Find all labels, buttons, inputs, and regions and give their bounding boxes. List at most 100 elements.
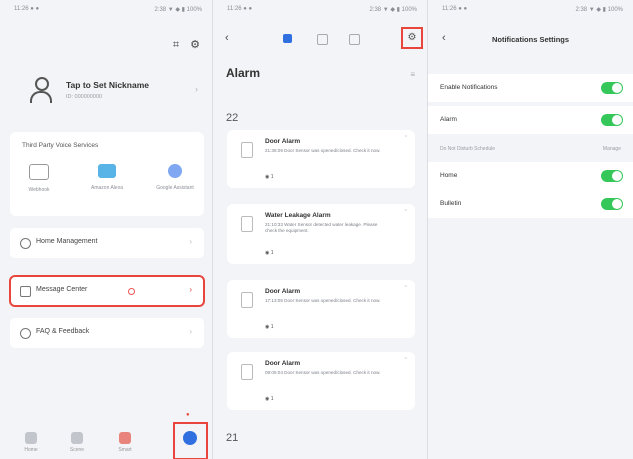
bulletin-toggle[interactable]	[601, 198, 623, 210]
help-icon	[20, 328, 31, 339]
setting-label: Home	[440, 172, 458, 179]
menu-label: FAQ & Feedback	[36, 328, 90, 335]
alarm-card[interactable]: Door Alarm 17:13:05 Door Sensor was open…	[227, 280, 415, 338]
door-sensor-icon	[241, 292, 253, 308]
setting-label: Enable Notifications	[440, 84, 498, 91]
setting-enable-notifications: Enable Notifications	[428, 74, 633, 102]
more-icon[interactable]: ˇ	[405, 136, 407, 143]
header-icons: ⌗ ⚙	[165, 38, 200, 52]
profile-name: Tap to Set Nickname	[66, 80, 149, 90]
me-page-panel: 11:26 ● ● 2:38 ▼ ◆ ▮ 100% ⌗ ⚙ Tap to Set…	[0, 0, 213, 459]
page-title: Notifications Settings	[491, 35, 570, 44]
scan-icon[interactable]: ⌗	[173, 39, 179, 51]
section-action[interactable]: Manage	[603, 146, 621, 152]
day-label: 22	[226, 112, 239, 124]
setting-label: Alarm	[440, 116, 457, 123]
setting-alarm: Alarm	[428, 106, 633, 134]
alarm-desc: 21:10:33 Water Sensor detected water lea…	[265, 222, 378, 233]
profile-id: ID: 000000000	[66, 94, 103, 100]
menu-faq-feedback[interactable]: FAQ & Feedback ›	[10, 318, 204, 348]
service-alexa[interactable]: Amazon Alexa	[82, 164, 132, 192]
alarm-title: Door Alarm	[265, 360, 301, 367]
status-left: 11:26 ● ●	[227, 6, 253, 12]
chevron-right-icon: ›	[189, 327, 192, 336]
alarm-meta: ◉ 1	[265, 250, 274, 256]
tab-alarm-icon[interactable]	[283, 34, 297, 44]
message-center-panel: 11:26 ● ● 2:38 ▼ ◆ ▮ 100% ‹ ⚙ Alarm ≡ 22…	[213, 0, 428, 459]
scene-tab-icon	[71, 432, 83, 444]
status-right: 2:38 ▼ ◆ ▮ 100%	[154, 7, 202, 13]
tab-home[interactable]: Home	[16, 432, 46, 453]
alarm-desc: 17:13:05 Door Sensor was opened/closed. …	[265, 298, 381, 303]
screenshot-composite: 11:26 ● ● 2:38 ▼ ◆ ▮ 100% ⌗ ⚙ Tap to Set…	[0, 0, 633, 459]
status-bar: 11:26 ● ● 2:38 ▼ ◆ ▮ 100%	[213, 6, 427, 16]
chevron-right-icon: ›	[189, 285, 192, 294]
chevron-right-icon: ›	[189, 237, 192, 246]
tab-me[interactable]	[173, 422, 208, 459]
status-left: 11:26 ● ●	[14, 6, 40, 12]
menu-label: Home Management	[36, 238, 98, 245]
menu-message-center[interactable]: Message Center ›	[9, 275, 205, 307]
tab-label: Smart	[118, 447, 132, 453]
alarm-card[interactable]: Door Alarm 09:05:04 Door Sensor was open…	[227, 352, 415, 410]
water-sensor-icon	[241, 216, 253, 232]
service-label: Webhook	[28, 187, 50, 193]
more-icon[interactable]: ˇ	[405, 286, 407, 293]
alarm-toggle[interactable]	[601, 114, 623, 126]
me-tab-icon	[183, 431, 197, 445]
settings-header: ‹ Notifications Settings	[428, 26, 633, 52]
back-arrow-icon[interactable]: ‹	[225, 32, 229, 44]
alarm-card[interactable]: Door Alarm 21:36:09 Door Sensor was open…	[227, 130, 415, 188]
voice-services-card: Third Party Voice Services Webhook Amazo…	[10, 132, 204, 216]
unread-dot-icon	[128, 288, 135, 295]
avatar-icon	[28, 76, 54, 104]
alexa-icon	[98, 164, 116, 178]
tab-label: Scene	[69, 447, 85, 453]
alarm-title: Water Leakage Alarm	[265, 212, 331, 219]
status-bar: 11:26 ● ● 2:38 ▼ ◆ ▮ 100%	[0, 6, 212, 16]
home-tab-icon	[25, 432, 37, 444]
smart-tab-icon	[119, 432, 131, 444]
menu-label: Message Center	[36, 286, 88, 293]
tab-label: Home	[24, 447, 38, 453]
setting-bulletin: Bulletin	[428, 190, 633, 218]
service-label: Google Assistant	[156, 185, 194, 191]
more-icon[interactable]: ˇ	[405, 358, 407, 365]
enable-notifications-toggle[interactable]	[601, 82, 623, 94]
service-webhook[interactable]: Webhook	[14, 164, 64, 194]
notification-badge: ●	[186, 412, 190, 418]
home-toggle[interactable]	[601, 170, 623, 182]
door-sensor-icon	[241, 142, 253, 158]
alarm-meta: ◉ 1	[265, 174, 274, 180]
profile-card[interactable]: Tap to Set Nickname ID: 000000000 ›	[22, 76, 202, 116]
message-icon	[20, 286, 31, 297]
alarm-desc: 21:36:09 Door Sensor was opened/closed. …	[265, 148, 381, 153]
camera-icon	[29, 164, 49, 180]
door-sensor-icon	[241, 364, 253, 380]
more-icon[interactable]: ˇ	[405, 210, 407, 217]
service-label: Amazon Alexa	[91, 185, 123, 191]
notification-settings-panel: 11:26 ● ● 2:38 ▼ ◆ ▮ 100% ‹ Notification…	[428, 0, 633, 459]
page-title: Alarm	[226, 66, 261, 80]
alarm-meta: ◉ 1	[265, 396, 274, 402]
filter-icon[interactable]: ≡	[410, 70, 415, 79]
chevron-right-icon: ›	[195, 84, 198, 94]
settings-icon[interactable]: ⚙	[190, 39, 200, 51]
status-left: 11:26 ● ●	[442, 6, 468, 12]
status-bar: 11:26 ● ● 2:38 ▼ ◆ ▮ 100%	[428, 6, 633, 16]
section-header: Do Not Disturb Schedule	[440, 146, 496, 152]
setting-home: Home	[428, 162, 633, 190]
tab-scene[interactable]: Scene	[62, 432, 92, 453]
home-icon	[20, 238, 31, 249]
tab-home-msg-icon[interactable]	[317, 34, 331, 45]
status-right: 2:38 ▼ ◆ ▮ 100%	[369, 7, 417, 13]
notification-settings-icon[interactable]: ⚙	[401, 27, 423, 49]
message-header: ‹ ⚙	[213, 26, 427, 52]
day-label: 21	[226, 432, 239, 444]
setting-label: Bulletin	[440, 200, 462, 207]
tab-bulletin-icon[interactable]	[349, 34, 363, 45]
menu-home-management[interactable]: Home Management ›	[10, 228, 204, 258]
service-google[interactable]: Google Assistant	[150, 164, 200, 192]
tab-smart[interactable]: Smart	[110, 432, 140, 453]
alarm-card[interactable]: Water Leakage Alarm 21:10:33 Water Senso…	[227, 204, 415, 264]
